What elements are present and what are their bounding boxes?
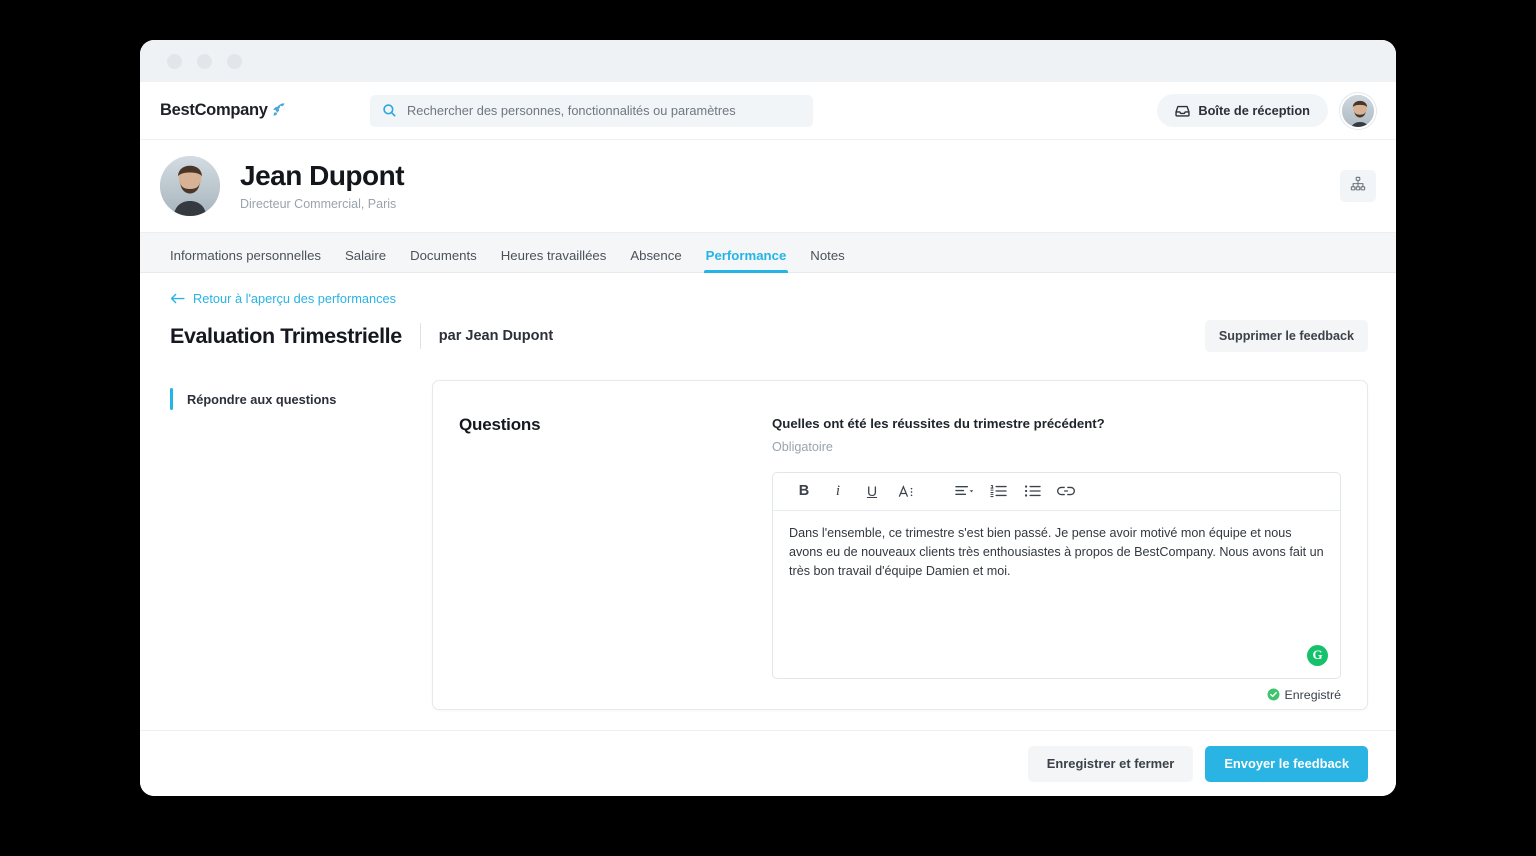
profile-subtitle: Directeur Commercial, Paris [240,196,397,211]
questions-section-title: Questions [459,415,541,434]
brand-logo[interactable]: BestCompany [160,101,360,120]
text-style-icon[interactable] [889,476,923,506]
main-content: Retour à l'aperçu des performances Evalu… [140,273,1396,749]
ordered-list-icon[interactable] [981,476,1015,506]
org-chart-icon [1350,176,1366,197]
search-bar[interactable]: Rechercher des personnes, fonctionnalité… [370,94,813,127]
inbox-label: Boîte de réception [1198,103,1310,118]
align-icon[interactable] [947,476,981,506]
page-title: Jean Dupont [240,160,405,192]
profile-avatar [160,156,220,216]
search-icon [382,103,397,118]
tab-absence[interactable]: Absence [618,249,693,272]
evaluation-author: par Jean Dupont [438,328,554,344]
evaluation-sidenav: Répondre aux questions [170,380,432,710]
grammarly-icon[interactable]: G [1307,644,1328,666]
tab-informations-personnelles[interactable]: Informations personnelles [158,249,333,272]
search-input[interactable]: Rechercher des personnes, fonctionnalité… [407,103,736,118]
rich-text-editor[interactable]: B i U Dans l'ensemble, ce trimestre s'es… [772,471,1341,679]
evaluation-title-row: Evaluation Trimestrielle par Jean Dupont… [170,320,1368,352]
sidenav-item-repondre-aux-questions[interactable]: Répondre aux questions [170,388,432,410]
tab-notes[interactable]: Notes [798,249,856,272]
avatar[interactable] [1340,92,1376,129]
arrow-left-icon [170,292,185,306]
editor-content[interactable]: Dans l'ensemble, ce trimestre s'est bien… [773,511,1340,581]
evaluation-body: Répondre aux questions Questions Quelles… [170,380,1368,710]
rocket-icon [270,101,286,120]
window-chrome [140,40,1396,82]
save-and-close-button[interactable]: Enregistrer et fermer [1027,745,1194,782]
tab-documents[interactable]: Documents [398,249,489,272]
window-close-dot[interactable] [167,53,182,69]
inbox-icon [1175,105,1191,117]
submit-feedback-button[interactable]: Envoyer le feedback [1205,745,1368,782]
editor-toolbar: B i U [773,473,1340,511]
check-circle-icon [1267,688,1280,701]
underline-icon[interactable]: U [855,476,889,506]
bullet-list-icon[interactable] [1015,476,1049,506]
question-required-label: Obligatoire [772,439,833,454]
save-status: Enregistré [772,688,1341,702]
app-header: BestCompany Rechercher des personnes, fo… [140,82,1396,140]
browser-window: BestCompany Rechercher des personnes, fo… [140,40,1396,796]
link-icon[interactable] [1049,476,1083,506]
save-status-label: Enregistré [1284,687,1341,702]
tab-salaire[interactable]: Salaire [333,249,398,272]
question-text: Quelles ont été les réussites du trimest… [772,416,1105,431]
delete-feedback-button[interactable]: Supprimer le feedback [1204,320,1368,352]
org-chart-button[interactable] [1340,170,1376,202]
questions-card: Questions Quelles ont été les réussites … [432,380,1368,710]
questions-card-left: Questions [459,415,772,709]
header-actions: Boîte de réception [1157,92,1376,129]
back-link-label: Retour à l'aperçu des performances [193,291,397,306]
evaluation-title: Evaluation Trimestrielle [170,323,402,348]
tab-bar: Informations personnelles Salaire Docume… [140,232,1396,274]
tab-heures-travaillees[interactable]: Heures travaillées [489,249,619,272]
bold-icon[interactable]: B [787,476,821,506]
screenshot-stage: BestCompany Rechercher des personnes, fo… [0,0,1536,856]
window-minimize-dot[interactable] [197,53,212,69]
questions-card-right: Quelles ont été les réussites du trimest… [772,415,1341,709]
window-maximize-dot[interactable] [227,53,242,69]
active-indicator [170,388,173,410]
italic-icon[interactable]: i [821,476,855,506]
action-footer: Enregistrer et fermer Envoyer le feedbac… [140,730,1396,796]
tab-performance[interactable]: Performance [694,249,799,274]
back-to-performance-link[interactable]: Retour à l'aperçu des performances [170,291,396,306]
profile-header: Jean Dupont Directeur Commercial, Paris [140,140,1396,232]
profile-text: Jean Dupont Directeur Commercial, Paris [240,160,405,211]
brand-name: BestCompany [160,101,268,119]
inbox-button[interactable]: Boîte de réception [1157,94,1328,127]
sidenav-item-label: Répondre aux questions [187,391,337,407]
